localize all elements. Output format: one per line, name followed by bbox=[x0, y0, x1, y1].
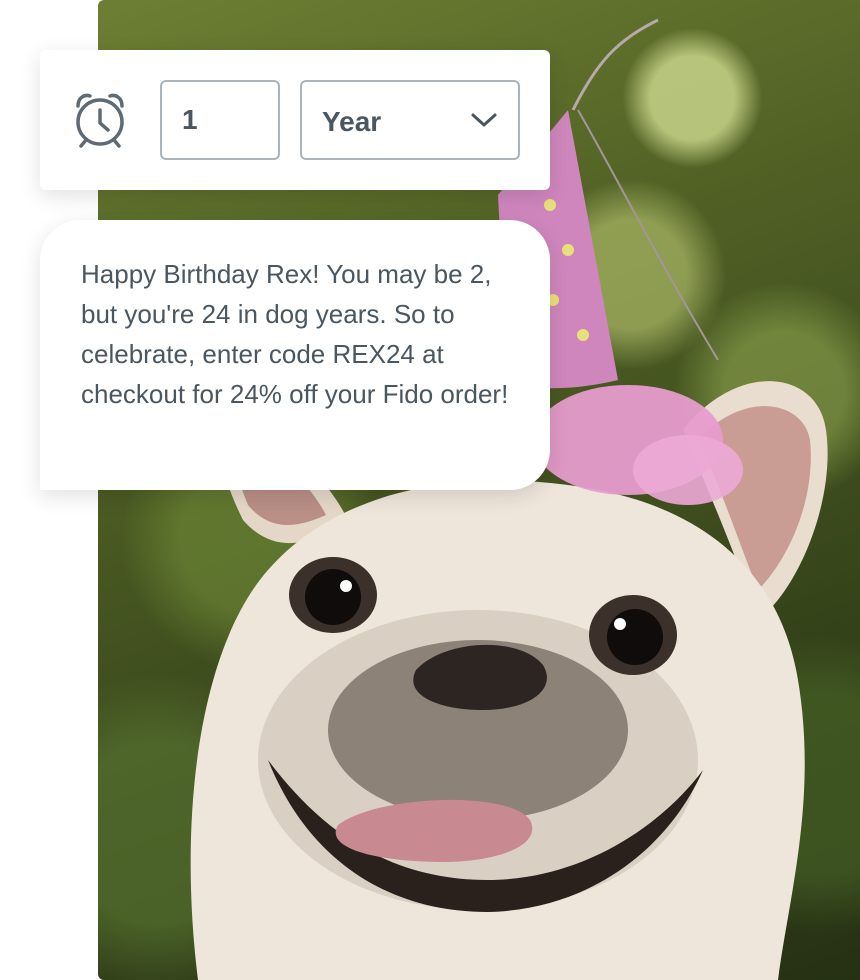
chevron-down-icon bbox=[471, 113, 497, 127]
reminder-card: Year bbox=[40, 50, 550, 190]
reminder-unit-selected: Year bbox=[322, 106, 382, 137]
reminder-quantity-input[interactable] bbox=[160, 80, 280, 160]
birthday-message-bubble: Happy Birthday Rex! You may be 2, but yo… bbox=[40, 220, 550, 490]
birthday-message-text: Happy Birthday Rex! You may be 2, but yo… bbox=[81, 259, 509, 409]
alarm-clock-icon bbox=[76, 93, 124, 148]
reminder-unit-select[interactable]: Year bbox=[300, 80, 520, 160]
